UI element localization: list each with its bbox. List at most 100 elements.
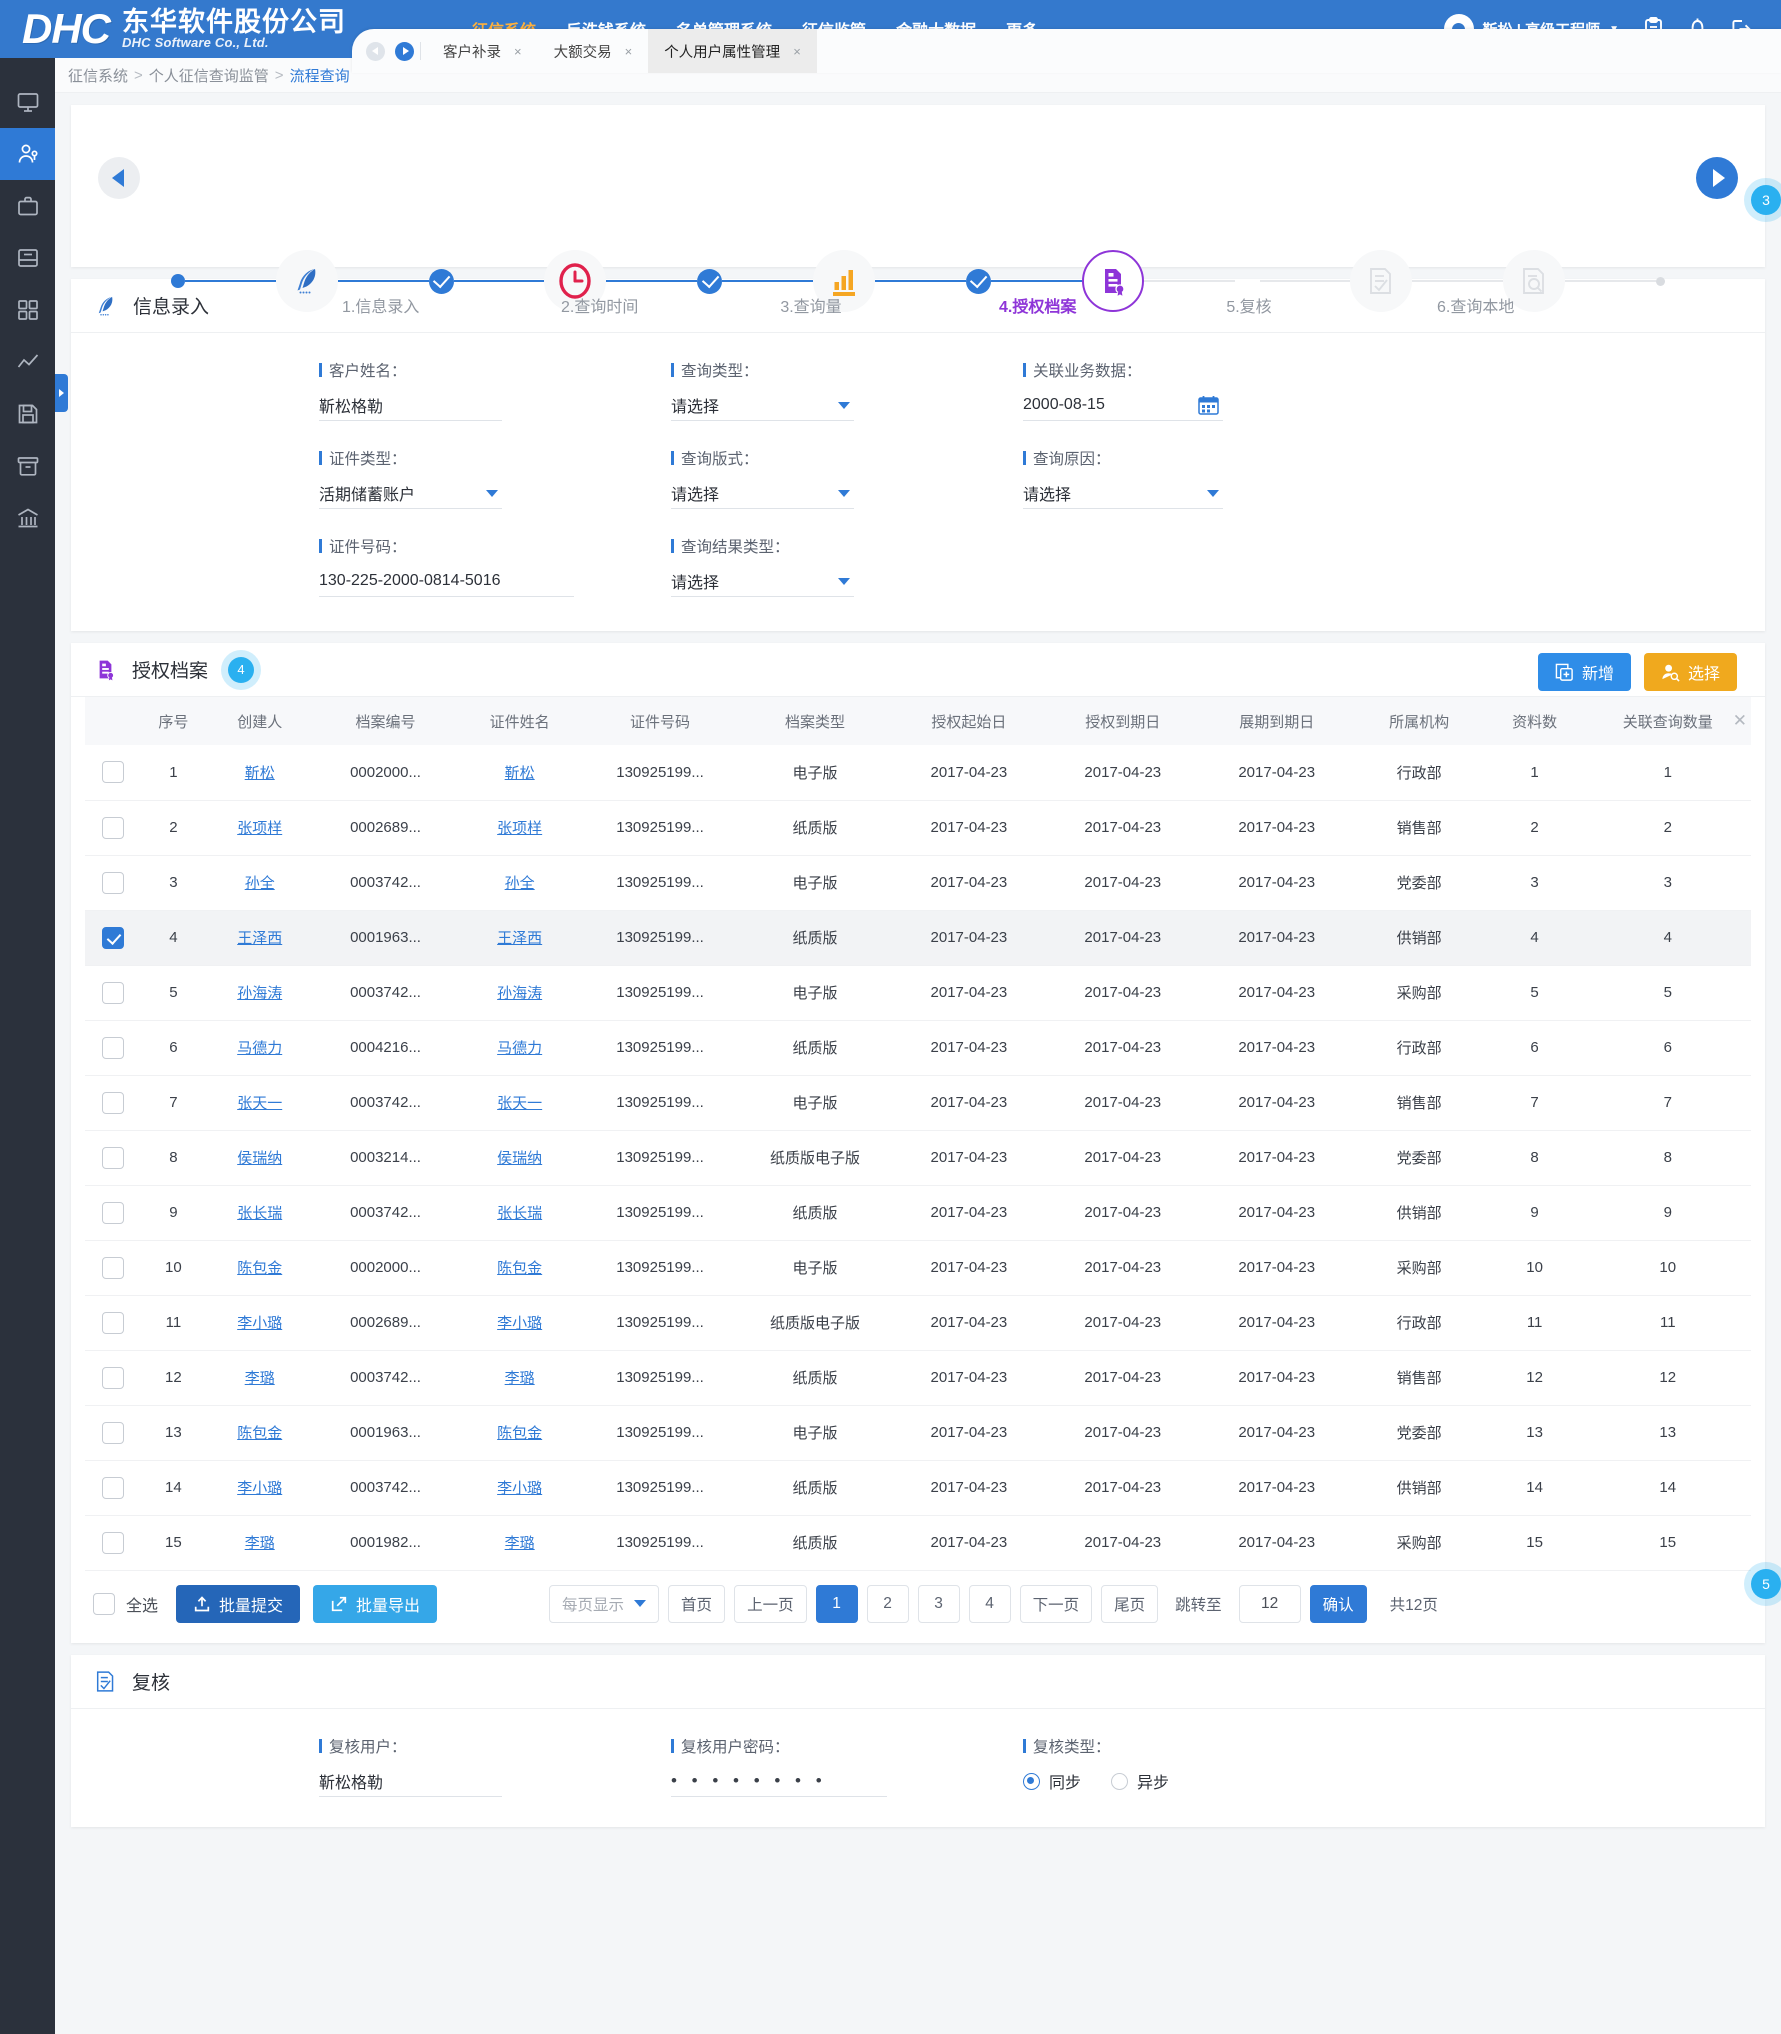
cell-link[interactable]: 靳松 [245, 765, 275, 782]
cell-link[interactable]: 马德力 [237, 1040, 282, 1057]
cell-link[interactable]: 李璐 [505, 1535, 535, 1552]
cell-link[interactable]: 张项样 [237, 820, 282, 837]
cell-link[interactable]: 侯瑞纳 [497, 1150, 542, 1167]
page-button-1[interactable]: 1 [816, 1585, 858, 1623]
add-button[interactable]: 新增 [1538, 653, 1631, 691]
col-org[interactable]: 所属机构 [1354, 697, 1485, 745]
row-checkbox-cell[interactable] [85, 1350, 141, 1405]
row-checkbox[interactable] [102, 1147, 124, 1169]
close-icon[interactable]: × [625, 44, 633, 59]
row-checkbox[interactable] [102, 1477, 124, 1499]
cell-cert_name[interactable]: 孙全 [457, 855, 582, 910]
col-no[interactable]: 序号 [141, 697, 205, 745]
table-row[interactable]: 4王泽西0001963...王泽西130925199...纸质版2017-04-… [85, 910, 1751, 965]
select-button[interactable]: 选择 [1644, 653, 1737, 691]
cell-cert_name[interactable]: 陈包金 [457, 1405, 582, 1460]
page-button-2[interactable]: 2 [867, 1585, 909, 1623]
cell-link[interactable]: 孙全 [505, 875, 535, 892]
sidebar-item-monitor[interactable] [0, 76, 55, 128]
row-checkbox[interactable] [102, 1092, 124, 1114]
cell-link[interactable]: 李璐 [245, 1370, 275, 1387]
cell-link[interactable]: 孙海涛 [497, 985, 542, 1002]
calendar-icon[interactable] [1198, 395, 1219, 415]
table-row[interactable]: 2张项样0002689...张项样130925199...纸质版2017-04-… [85, 800, 1751, 855]
row-checkbox[interactable] [102, 761, 124, 783]
cell-cert_name[interactable]: 李璐 [457, 1350, 582, 1405]
cell-link[interactable]: 张天一 [237, 1095, 282, 1112]
related-business-date-input[interactable]: 2000-08-15 [1023, 390, 1223, 421]
radio-async[interactable]: 异步 [1111, 1769, 1169, 1793]
row-checkbox-cell[interactable] [85, 1020, 141, 1075]
cell-creator[interactable]: 张项样 [206, 800, 314, 855]
row-checkbox-cell[interactable] [85, 1460, 141, 1515]
cell-link[interactable]: 张天一 [497, 1095, 542, 1112]
cell-cert_name[interactable]: 李小璐 [457, 1460, 582, 1515]
cell-cert_name[interactable]: 孙海涛 [457, 965, 582, 1020]
page-size-select[interactable]: 每页显示 [549, 1585, 659, 1623]
close-icon[interactable]: × [793, 44, 801, 59]
row-checkbox-cell[interactable] [85, 1130, 141, 1185]
table-row[interactable]: 1靳松0002000...靳松130925199...电子版2017-04-23… [85, 745, 1751, 800]
row-checkbox-cell[interactable] [85, 1405, 141, 1460]
cell-cert_name[interactable]: 李璐 [457, 1515, 582, 1570]
table-close-icon[interactable]: ✕ [1733, 711, 1747, 731]
row-checkbox-cell[interactable] [85, 1515, 141, 1570]
stepper-next-button[interactable] [1696, 157, 1738, 199]
table-row[interactable]: 8侯瑞纳0003214...侯瑞纳130925199...纸质版电子版2017-… [85, 1130, 1751, 1185]
radio-sync[interactable]: 同步 [1023, 1769, 1081, 1793]
cell-creator[interactable]: 张长瑞 [206, 1185, 314, 1240]
table-row[interactable]: 12李璐0003742...李璐130925199...纸质版2017-04-2… [85, 1350, 1751, 1405]
cell-creator[interactable]: 陈包金 [206, 1405, 314, 1460]
cell-link[interactable]: 李璐 [505, 1370, 535, 1387]
step-node-auth-archive[interactable] [1082, 250, 1144, 312]
page-button-4[interactable]: 4 [969, 1585, 1011, 1623]
review-password-input[interactable]: • • • • • • • • [671, 1766, 887, 1797]
row-checkbox[interactable] [102, 872, 124, 894]
stepper-prev-button[interactable] [98, 157, 140, 199]
row-checkbox-cell[interactable] [85, 1240, 141, 1295]
cell-link[interactable]: 马德力 [497, 1040, 542, 1057]
batch-submit-button[interactable]: 批量提交 [176, 1585, 300, 1623]
cert-type-select[interactable]: 活期储蓄账户 [319, 478, 502, 509]
query-type-select[interactable]: 请选择 [671, 390, 854, 421]
table-row[interactable]: 14李小璐0003742...李小璐130925199...纸质版2017-04… [85, 1460, 1751, 1515]
cell-creator[interactable]: 孙海涛 [206, 965, 314, 1020]
cell-cert_name[interactable]: 张项样 [457, 800, 582, 855]
select-all-checkbox[interactable] [93, 1593, 115, 1615]
step-node-query-volume[interactable] [813, 250, 875, 312]
table-row[interactable]: 5孙海涛0003742...孙海涛130925199...电子版2017-04-… [85, 965, 1751, 1020]
table-row[interactable]: 9张长瑞0003742...张长瑞130925199...纸质版2017-04-… [85, 1185, 1751, 1240]
row-checkbox-cell[interactable] [85, 965, 141, 1020]
cell-creator[interactable]: 陈包金 [206, 1240, 314, 1295]
sidebar-item-save[interactable] [0, 388, 55, 440]
col-type[interactable]: 档案类型 [738, 697, 892, 745]
sidebar-item-briefcase[interactable] [0, 180, 55, 232]
cell-link[interactable]: 侯瑞纳 [237, 1150, 282, 1167]
cell-cert_name[interactable]: 王泽西 [457, 910, 582, 965]
table-row[interactable]: 15李璐0001982...李璐130925199...纸质版2017-04-2… [85, 1515, 1751, 1570]
cell-cert_name[interactable]: 李小璐 [457, 1295, 582, 1350]
cell-creator[interactable]: 侯瑞纳 [206, 1130, 314, 1185]
table-row[interactable]: 13陈包金0001963...陈包金130925199...电子版2017-04… [85, 1405, 1751, 1460]
table-row[interactable]: 10陈包金0002000...陈包金130925199...电子版2017-04… [85, 1240, 1751, 1295]
tab-customer-supplement[interactable]: 客户补录× [427, 29, 538, 73]
cell-creator[interactable]: 靳松 [206, 745, 314, 800]
row-checkbox-cell[interactable] [85, 1295, 141, 1350]
cell-cert_name[interactable]: 马德力 [457, 1020, 582, 1075]
cell-link[interactable]: 李小璐 [237, 1315, 282, 1332]
cell-creator[interactable]: 孙全 [206, 855, 314, 910]
col-archive-no[interactable]: 档案编号 [314, 697, 458, 745]
row-checkbox[interactable] [102, 1312, 124, 1334]
cell-creator[interactable]: 张天一 [206, 1075, 314, 1130]
row-checkbox-cell[interactable] [85, 745, 141, 800]
cell-link[interactable]: 靳松 [505, 765, 535, 782]
sidebar-item-archive[interactable] [0, 440, 55, 492]
cell-link[interactable]: 李小璐 [497, 1480, 542, 1497]
cell-link[interactable]: 王泽西 [497, 930, 542, 947]
page-prev-button[interactable]: 上一页 [734, 1585, 807, 1623]
customer-name-input[interactable]: 靳松格勒 [319, 390, 502, 421]
row-checkbox[interactable] [102, 1532, 124, 1554]
col-cert-name[interactable]: 证件姓名 [457, 697, 582, 745]
cell-link[interactable]: 李小璐 [237, 1480, 282, 1497]
cell-creator[interactable]: 李小璐 [206, 1295, 314, 1350]
